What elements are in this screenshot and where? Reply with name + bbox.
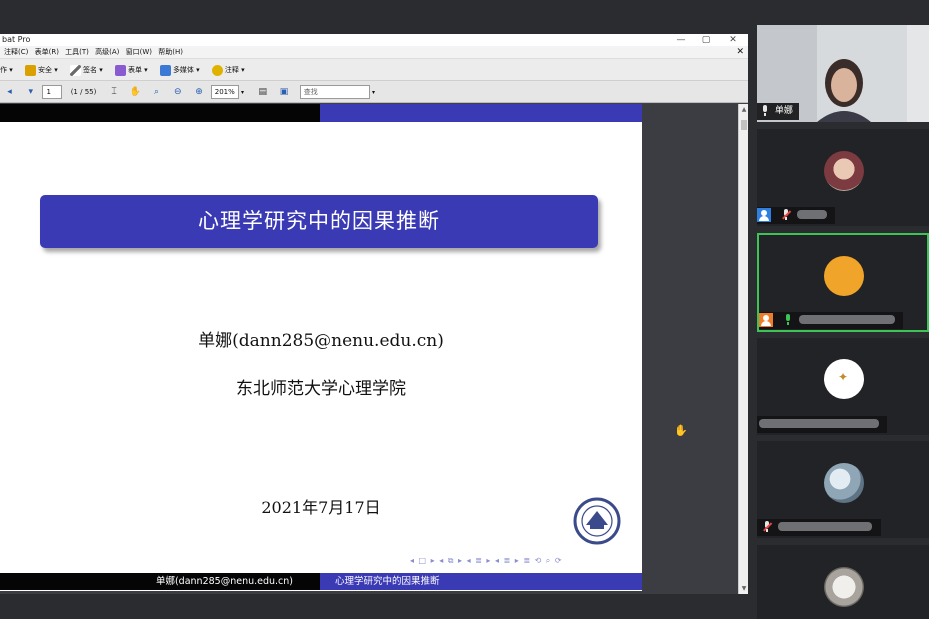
previous-page-icon[interactable]: ◂ — [3, 86, 16, 99]
slide-footer-author: 单娜(dann285@nenu.edu.cn) — [0, 573, 320, 590]
microphone-icon — [761, 105, 769, 116]
zoom-level-input[interactable]: 201% — [210, 85, 239, 99]
slide-title: 心理学研究中的因果推断 — [40, 195, 598, 248]
scroll-thumb[interactable] — [741, 120, 747, 130]
close-document-icon[interactable]: ✕ — [736, 46, 744, 59]
slide-page: 心理学研究中的因果推断 单娜(dann285@nenu.edu.cn) 东北师范… — [0, 104, 642, 591]
slide-author: 单娜(dann285@nenu.edu.cn) — [198, 331, 444, 351]
pen-icon — [69, 64, 81, 76]
microphone-speaking-icon — [784, 314, 792, 325]
participant-avatar: ✦ — [824, 359, 864, 399]
window-title: bat Pro — [2, 35, 31, 44]
lock-icon — [24, 64, 36, 76]
scroll-down-icon[interactable]: ▼ — [739, 585, 749, 592]
menu-window[interactable]: 窗口(W) — [126, 48, 152, 56]
forms-button[interactable]: 表单 ▾ — [114, 59, 148, 81]
participant-nameplate — [757, 416, 887, 433]
screen: bat Pro — ▢ ✕ 注释(C) 表单(R) 工具(T) 高级(A) 窗口… — [0, 0, 929, 619]
acrobat-window: bat Pro — ▢ ✕ 注释(C) 表单(R) 工具(T) 高级(A) 窗口… — [0, 34, 748, 594]
hand-cursor-icon: ✋ — [674, 424, 688, 437]
form-icon — [114, 64, 126, 76]
maximize-button[interactable]: ▢ — [697, 34, 715, 46]
tasks-toolbar: 作 ▾ 安全 ▾ 签名 ▾ 表单 ▾ 多媒体 ▾ 注释 ▾ — [0, 59, 748, 81]
find-input[interactable]: 查找 — [299, 85, 370, 99]
participant-avatar — [824, 151, 864, 191]
participant-name-redacted — [777, 522, 872, 531]
participant-tile[interactable] — [757, 129, 929, 226]
minimize-button[interactable]: — — [672, 34, 690, 46]
participant-nameplate — [759, 312, 903, 329]
user-badge-icon — [757, 207, 771, 222]
participant-panel: 单娜 ✦ — [750, 0, 929, 619]
select-tool-icon[interactable]: ⌶ — [108, 86, 121, 99]
multimedia-button[interactable]: 多媒体 ▾ — [159, 59, 200, 81]
fit-page-icon[interactable]: ▣ — [277, 86, 290, 99]
comment-button[interactable]: 注释 ▾ — [211, 59, 245, 81]
menu-tools[interactable]: 工具(T) — [65, 48, 89, 56]
multimedia-icon — [159, 64, 171, 76]
microphone-muted-icon — [781, 209, 791, 220]
security-button[interactable]: 安全 ▾ — [24, 59, 58, 81]
document-view[interactable]: 心理学研究中的因果推断 单娜(dann285@nenu.edu.cn) 东北师范… — [0, 104, 738, 594]
slide-header-left — [0, 104, 320, 122]
zoom-tool-icon[interactable]: ⌕ — [150, 86, 163, 99]
slide-header-right — [320, 104, 642, 122]
participant-name: 单娜 — [774, 106, 793, 116]
print-icon[interactable]: ▤ — [256, 86, 269, 99]
participant-avatar — [824, 463, 864, 503]
sign-button[interactable]: 签名 ▾ — [69, 59, 103, 81]
menu-forms[interactable]: 表单(R) — [35, 48, 59, 56]
page-number-input[interactable]: 1 — [42, 85, 63, 99]
user-badge-icon — [759, 312, 773, 327]
participant-avatar — [824, 567, 864, 607]
meeting-bottom-area — [0, 594, 748, 619]
find-dropdown-icon[interactable]: ▾ — [372, 89, 375, 96]
vertical-scrollbar[interactable]: ▲ ▼ — [738, 104, 748, 594]
menu-advanced[interactable]: 高级(A) — [95, 48, 119, 56]
next-page-icon[interactable]: ▾ — [24, 86, 37, 99]
participant-tile[interactable]: 单娜 — [757, 25, 929, 122]
slide-date: 2021年7月17日 — [261, 498, 381, 517]
participant-tile-active-speaker[interactable] — [757, 233, 929, 332]
microphone-muted-icon — [763, 521, 772, 532]
participant-tile[interactable] — [757, 441, 929, 538]
participant-name-redacted — [759, 419, 879, 428]
scroll-up-icon[interactable]: ▲ — [739, 106, 749, 113]
slide-footer-title: 心理学研究中的因果推断 — [320, 573, 642, 590]
menu-comments[interactable]: 注释(C) — [4, 48, 28, 56]
comment-icon — [211, 64, 223, 76]
zoom-in-icon[interactable]: ⊕ — [193, 86, 206, 99]
participant-tile[interactable]: ✦ — [757, 338, 929, 435]
university-seal-icon — [573, 497, 621, 545]
navigation-toolbar: ◂ ▾ 1 (1 / 55) ⌶ ✋ ⌕ ⊖ ⊕ 201% ▾ ▤ ▣ 查找 ▾ — [0, 81, 748, 103]
close-button[interactable]: ✕ — [724, 34, 742, 46]
slide-institution: 东北师范大学心理学院 — [236, 379, 406, 399]
participant-nameplate — [757, 207, 835, 224]
participant-name-redacted — [798, 315, 895, 324]
bird-icon: ✦ — [838, 370, 849, 384]
menu-bar: 注释(C) 表单(R) 工具(T) 高级(A) 窗口(W) 帮助(H) ✕ — [0, 46, 748, 59]
participant-nameplate: 单娜 — [757, 103, 799, 120]
participant-nameplate — [757, 519, 881, 536]
hand-tool-icon[interactable]: ✋ — [129, 86, 142, 99]
participant-avatar — [824, 256, 864, 296]
menu-help[interactable]: 帮助(H) — [158, 48, 183, 56]
zoom-dropdown-icon[interactable]: ▾ — [241, 89, 244, 96]
create-button[interactable]: 作 ▾ — [0, 59, 13, 81]
zoom-out-icon[interactable]: ⊖ — [171, 86, 184, 99]
participant-name-redacted — [796, 210, 827, 219]
acrobat-title-bar: bat Pro — ▢ ✕ — [0, 34, 748, 46]
beamer-navigation-symbols[interactable]: ◂ □ ▸ ◂ ⧉ ▸ ◂ ≣ ▸ ◂ ≣ ▸ ≣ ⟲ ⌕ ⟳ — [410, 556, 563, 566]
participant-tile[interactable] — [757, 545, 929, 619]
page-count: (1 / 55) — [70, 88, 97, 96]
